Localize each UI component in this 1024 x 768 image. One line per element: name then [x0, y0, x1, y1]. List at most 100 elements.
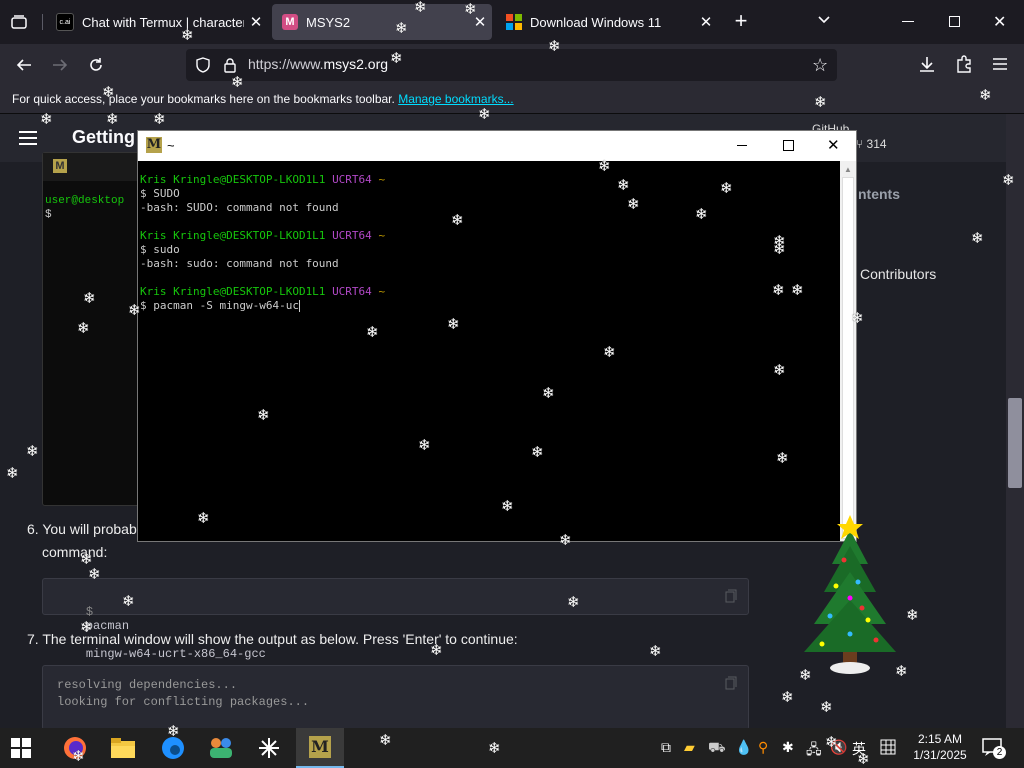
snowflake-icon: ❄	[379, 732, 392, 749]
terminal-maximize-icon[interactable]	[783, 140, 794, 151]
site-title[interactable]: Getting	[72, 127, 135, 148]
snowflake-icon: ❄	[851, 310, 864, 327]
tab-download-windows[interactable]: Download Windows 11 ✕	[496, 4, 718, 40]
snowflake-icon: ❄	[26, 443, 39, 460]
restore-icon[interactable]	[949, 16, 960, 27]
snowflake-icon: ❄	[478, 106, 491, 123]
clock-date: 1/31/2025	[913, 748, 967, 762]
snowflake-icon: ❄	[791, 282, 804, 299]
snowflake-icon: ❄	[153, 111, 166, 128]
terminal-close-icon[interactable]: ✕	[827, 136, 840, 154]
snowflake-icon: ❄	[825, 734, 838, 751]
forward-arrow-icon[interactable]	[46, 51, 74, 79]
msys2-terminal-window[interactable]: M ~ ✕ ▲ Kris Kringle@DESKTOP-LKOD1L1 UCR…	[138, 131, 856, 541]
snowflake-icon: ❄	[814, 94, 827, 111]
snowflake-icon: ❄	[720, 180, 733, 197]
tab-title: Chat with Termux | character.ai	[82, 14, 244, 30]
prompt-user: Kris Kringle@DESKTOP-LKOD1L1	[140, 173, 326, 186]
back-arrow-icon[interactable]	[10, 51, 38, 79]
snowflake-icon: ❄	[80, 619, 93, 636]
snowflake-icon: ❄	[231, 74, 244, 91]
close-tab-icon[interactable]: ✕	[694, 13, 718, 31]
snowflake-icon: ❄	[390, 50, 403, 67]
inner-terminal-prompt: $	[45, 209, 52, 221]
snowflake-icon: ❄	[772, 282, 785, 299]
keyboard-grid-icon[interactable]	[880, 739, 896, 758]
file-explorer-icon[interactable]	[108, 733, 138, 763]
terminal-minimize-icon[interactable]	[737, 145, 747, 146]
step-7-text: 7. The terminal window will show the out…	[27, 631, 518, 647]
terminal-scrollbar-thumb[interactable]	[842, 177, 854, 539]
network-drive-icon[interactable]: ⛟	[708, 739, 726, 758]
stars-count: 314	[866, 137, 887, 151]
url-prefix: https://www.	[248, 56, 324, 72]
tab-msys2[interactable]: M MSYS2 ✕	[272, 4, 492, 40]
terminal-cursor	[298, 300, 300, 312]
drop-icon[interactable]: 💧	[735, 739, 752, 756]
output-line: resolving dependencies...	[57, 678, 238, 692]
github-stars: ⑂ 314	[856, 137, 887, 151]
terminal-error: -bash: sudo: command not found	[140, 257, 339, 270]
snowflake-icon: ❄	[542, 385, 555, 402]
reload-icon[interactable]	[82, 51, 110, 79]
snowflake-icon: ❄	[1002, 172, 1015, 189]
snowflake-icon: ❄	[906, 607, 919, 624]
manage-bookmarks-link[interactable]: Manage bookmarks...	[398, 92, 513, 106]
snowflake-icon: ❄	[72, 748, 85, 765]
people-app-icon[interactable]	[206, 733, 236, 763]
snowflake-icon: ❄	[6, 465, 19, 482]
terminal-prompt-line: Kris Kringle@DESKTOP-LKOD1L1 UCRT64 ~	[140, 173, 385, 187]
url-text[interactable]: https://www.msys2.org	[248, 56, 388, 72]
new-tab-button[interactable]: +	[729, 8, 753, 34]
copy-icon[interactable]	[725, 589, 737, 607]
step-7-output-block: resolving dependencies... looking for co…	[42, 665, 749, 730]
terminal-output[interactable]: Kris Kringle@DESKTOP-LKOD1L1 UCRT64 ~ $ S…	[140, 173, 385, 313]
toc-contributors-link[interactable]: Contributors	[860, 266, 936, 282]
snowflake-icon: ❄	[167, 723, 180, 740]
tab-list-icon[interactable]	[10, 13, 28, 31]
page-scrollbar-thumb[interactable]	[1008, 398, 1022, 488]
msys2-taskbar-active[interactable]: M	[296, 728, 344, 768]
msys2-taskbar-icon: M	[309, 736, 331, 758]
terminal-error: -bash: SUDO: command not found	[140, 201, 339, 214]
terminal-command: $ pacman -S mingw-w64-uc	[140, 299, 299, 312]
terminal-scroll-up-icon[interactable]: ▲	[844, 165, 852, 174]
prompt-env: UCRT64	[332, 229, 372, 242]
bookmark-star-icon[interactable]: ☆	[812, 55, 828, 76]
snowflake-icon: ❄	[395, 20, 408, 37]
tab-overflow-chevron-icon[interactable]	[816, 12, 832, 33]
minimize-icon[interactable]	[902, 21, 914, 22]
windows-taskbar	[0, 728, 1024, 768]
close-window-icon[interactable]: ✕	[993, 12, 1006, 32]
search-tray-icon[interactable]: ⚲	[758, 739, 768, 756]
close-tab-icon[interactable]: ✕	[244, 13, 268, 31]
shield-icon[interactable]	[196, 57, 210, 78]
hamburger-menu-icon[interactable]	[18, 130, 38, 151]
prompt-dir: ~	[378, 285, 386, 298]
snowflake-icon: ❄	[88, 566, 101, 583]
tab-character-ai[interactable]: c.ai Chat with Termux | character.ai ✕	[46, 4, 268, 40]
menu-hamburger-icon[interactable]	[992, 57, 1008, 76]
extensions-icon[interactable]	[955, 55, 973, 78]
bluetooth-icon[interactable]: ✱	[782, 739, 794, 756]
snowflake-icon: ❄	[102, 84, 115, 101]
snowflake-icon: ❄	[181, 27, 194, 44]
code-argument: mingw-w64-ucrt-x86_64-gcc	[85, 647, 266, 661]
task-view-icon[interactable]: ⧉	[661, 739, 671, 756]
downloads-icon[interactable]	[918, 55, 936, 78]
network-icon[interactable]: 🖧	[806, 739, 822, 763]
snowflake-icon: ❄	[979, 87, 992, 104]
snowflake-icon: ❄	[531, 444, 544, 461]
folder-tray-icon[interactable]: ▰	[684, 739, 695, 756]
clock[interactable]: 2:15 AM 1/31/2025	[912, 731, 968, 763]
prompt-env: UCRT64	[332, 285, 372, 298]
terminal-prompt-line: Kris Kringle@DESKTOP-LKOD1L1 UCRT64 ~	[140, 229, 385, 243]
copy-icon[interactable]	[725, 676, 737, 694]
snowflake-icon: ❄	[430, 642, 443, 659]
terminal-titlebar[interactable]: M ~ ✕	[138, 131, 856, 161]
asterisk-app-icon[interactable]	[254, 733, 284, 763]
snowflake-icon: ❄	[451, 212, 464, 229]
snowflake-icon: ❄	[603, 344, 616, 361]
notification-icon[interactable]: 2	[982, 737, 1006, 762]
windows-start-icon[interactable]	[6, 733, 36, 763]
